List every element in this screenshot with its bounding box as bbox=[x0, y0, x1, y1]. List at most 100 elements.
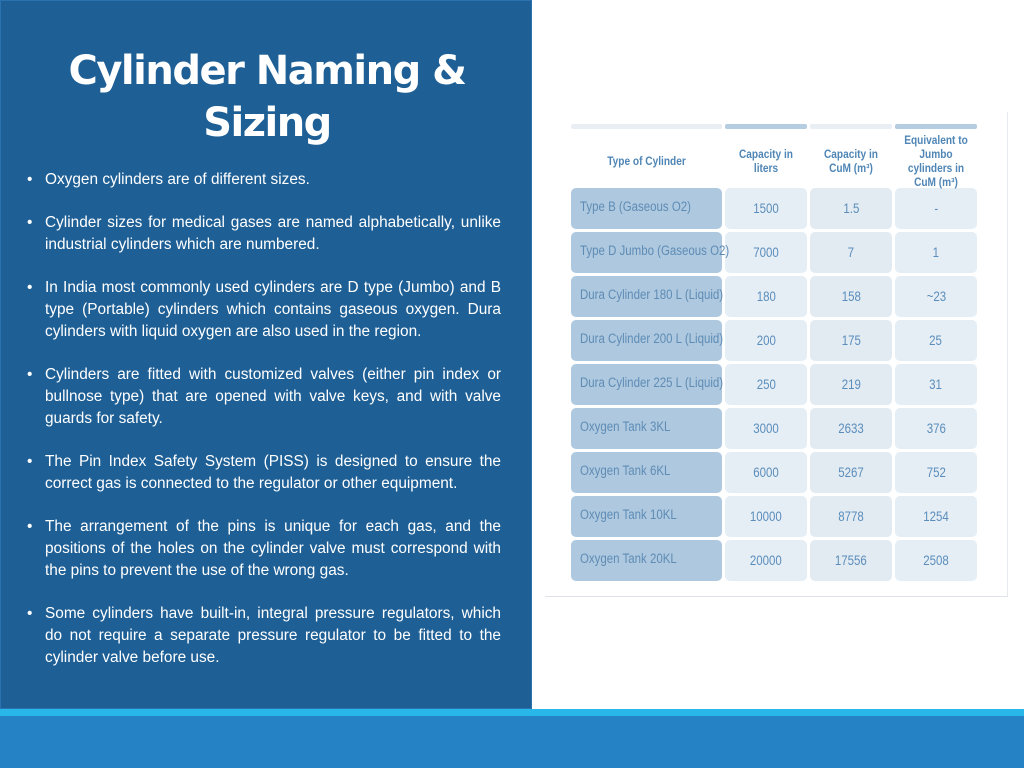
table-row: Dura Cylinder 180 L (Liquid) 180 158 ~23 bbox=[571, 276, 977, 317]
accent-divider bbox=[0, 709, 1024, 716]
bullet-list: • Oxygen cylinders are of different sizes… bbox=[27, 169, 501, 690]
cell-type-text: Type B (Gaseous O2) bbox=[580, 199, 691, 214]
cell-cum-text: 17556 bbox=[835, 553, 867, 568]
cell-type: Oxygen Tank 6KL bbox=[571, 452, 722, 493]
cell-liters-text: 6000 bbox=[753, 465, 779, 480]
cell-cum-text: 2633 bbox=[838, 421, 864, 436]
bullet-item: • The arrangement of the pins is unique f… bbox=[27, 516, 501, 582]
header-accent-2 bbox=[725, 124, 807, 129]
cell-jumbo-equivalent: - bbox=[895, 188, 977, 229]
bullet-text: In India most commonly used cylinders ar… bbox=[45, 279, 501, 340]
cell-jumbo-equivalent: 31 bbox=[895, 364, 977, 405]
table-row: Oxygen Tank 20KL 20000 17556 2508 bbox=[571, 540, 977, 581]
cell-liters: 7000 bbox=[725, 232, 807, 273]
cell-cum: 175 bbox=[810, 320, 892, 361]
cell-cum: 5267 bbox=[810, 452, 892, 493]
content-panel: Cylinder Naming & Sizing • Oxygen cylinde… bbox=[0, 0, 532, 709]
table-row: Dura Cylinder 200 L (Liquid) 200 175 25 bbox=[571, 320, 977, 361]
bullet-text: Cylinder sizes for medical gases are nam… bbox=[45, 214, 501, 253]
bullet-text: The Pin Index Safety System (PISS) is de… bbox=[45, 453, 501, 492]
cell-cum-text: 7 bbox=[847, 245, 855, 260]
table-row: Oxygen Tank 10KL 10000 8778 1254 bbox=[571, 496, 977, 537]
bullet-text: Cylinders are fitted with customized val… bbox=[45, 366, 501, 427]
header-accent-3 bbox=[810, 124, 892, 129]
cell-liters-text: 7000 bbox=[753, 245, 779, 260]
bullet-item: • Cylinders are fitted with customized va… bbox=[27, 364, 501, 430]
cell-cum-text: 5267 bbox=[838, 465, 864, 480]
table-header-row: Type of Cylinder Capacity in liters Capa… bbox=[571, 135, 977, 189]
cell-jumbo-equivalent-text: 2508 bbox=[923, 553, 949, 568]
bullet-icon: • bbox=[27, 366, 33, 383]
cell-cum-text: 1.5 bbox=[843, 201, 859, 216]
header-accent-4 bbox=[895, 124, 977, 129]
bullet-icon: • bbox=[27, 605, 33, 622]
cell-liters-text: 1500 bbox=[753, 201, 779, 216]
cell-jumbo-equivalent-text: 25 bbox=[929, 333, 943, 348]
cell-cum: 7 bbox=[810, 232, 892, 273]
footer-bar bbox=[0, 716, 1024, 768]
table-row: Type B (Gaseous O2) 1500 1.5 - bbox=[571, 188, 977, 229]
cell-cum-text: 158 bbox=[841, 289, 861, 304]
table-row: Dura Cylinder 225 L (Liquid) 250 219 31 bbox=[571, 364, 977, 405]
cell-cum-text: 8778 bbox=[838, 509, 864, 524]
bullet-icon: • bbox=[27, 279, 33, 296]
cell-jumbo-equivalent: 2508 bbox=[895, 540, 977, 581]
cell-liters: 250 bbox=[725, 364, 807, 405]
table-body: Type B (Gaseous O2) 1500 1.5 - Type D Jumbo … bbox=[571, 188, 977, 581]
cell-jumbo-equivalent: 1 bbox=[895, 232, 977, 273]
column-header-liters: Capacity in liters bbox=[738, 149, 793, 175]
cell-type: Dura Cylinder 200 L (Liquid) bbox=[571, 320, 724, 361]
cell-cum-text: 175 bbox=[841, 333, 861, 348]
cell-type: Dura Cylinder 180 L (Liquid) bbox=[571, 276, 724, 317]
cell-liters: 6000 bbox=[725, 452, 807, 493]
slide-title: Cylinder Naming & Sizing bbox=[1, 45, 533, 149]
cell-type-text: Dura Cylinder 200 L (Liquid) bbox=[580, 331, 724, 346]
header-accent-1 bbox=[571, 124, 722, 129]
cell-type: Type D Jumbo (Gaseous O2) bbox=[571, 232, 729, 273]
cell-liters: 180 bbox=[725, 276, 807, 317]
cell-jumbo-equivalent: 376 bbox=[895, 408, 977, 449]
cell-type: Oxygen Tank 3KL bbox=[571, 408, 722, 449]
table-row: Oxygen Tank 3KL 3000 2633 376 bbox=[571, 408, 977, 449]
cell-jumbo-equivalent: 1254 bbox=[895, 496, 977, 537]
cell-jumbo-equivalent-text: 1254 bbox=[923, 509, 949, 524]
cell-jumbo-equivalent: 25 bbox=[895, 320, 977, 361]
cell-jumbo-equivalent: 752 bbox=[895, 452, 977, 493]
cell-type-text: Oxygen Tank 6KL bbox=[580, 463, 671, 478]
cell-type-text: Oxygen Tank 10KL bbox=[580, 507, 677, 522]
cell-jumbo-equivalent-text: 376 bbox=[926, 421, 946, 436]
cell-cum: 1.5 bbox=[810, 188, 892, 229]
cell-type-text: Oxygen Tank 3KL bbox=[580, 419, 671, 434]
cell-liters-text: 20000 bbox=[750, 553, 782, 568]
cell-jumbo-equivalent-text: 1 bbox=[932, 245, 940, 260]
cell-liters: 200 bbox=[725, 320, 807, 361]
slide-title-line-2: Sizing bbox=[203, 100, 332, 146]
column-header-jumbo-equivalent: Equivalent to Jumbo cylinders in CuM (m³… bbox=[904, 135, 968, 189]
cell-jumbo-equivalent-text: - bbox=[934, 201, 938, 216]
cell-type: Type B (Gaseous O2) bbox=[571, 188, 722, 229]
bullet-text: Some cylinders have built-in, integral p… bbox=[45, 605, 501, 666]
cell-type-text: Oxygen Tank 20KL bbox=[580, 551, 677, 566]
cell-cum-text: 219 bbox=[841, 377, 861, 392]
bullet-icon: • bbox=[27, 518, 33, 535]
cell-liters-text: 3000 bbox=[753, 421, 779, 436]
cell-cum: 8778 bbox=[810, 496, 892, 537]
cell-liters: 3000 bbox=[725, 408, 807, 449]
cell-liters-text: 180 bbox=[756, 289, 776, 304]
cell-type-text: Dura Cylinder 180 L (Liquid) bbox=[580, 287, 724, 302]
cell-liters: 20000 bbox=[725, 540, 807, 581]
cylinder-sizes-table: Type of Cylinder Capacity in liters Capa… bbox=[571, 135, 977, 584]
cell-jumbo-equivalent: ~23 bbox=[895, 276, 977, 317]
cell-liters-text: 200 bbox=[756, 333, 776, 348]
cell-liters: 10000 bbox=[725, 496, 807, 537]
bullet-item: • The Pin Index Safety System (PISS) is d… bbox=[27, 451, 501, 495]
bullet-item: • Oxygen cylinders are of different sizes… bbox=[27, 169, 501, 191]
bullet-text: Oxygen cylinders are of different sizes. bbox=[45, 171, 310, 188]
table-row: Oxygen Tank 6KL 6000 5267 752 bbox=[571, 452, 977, 493]
cell-type: Oxygen Tank 20KL bbox=[571, 540, 722, 581]
bullet-item: • Cylinder sizes for medical gases are na… bbox=[27, 212, 501, 256]
cell-liters-text: 250 bbox=[756, 377, 776, 392]
cell-jumbo-equivalent-text: 752 bbox=[926, 465, 946, 480]
bullet-icon: • bbox=[27, 214, 33, 231]
bullet-icon: • bbox=[27, 171, 33, 188]
